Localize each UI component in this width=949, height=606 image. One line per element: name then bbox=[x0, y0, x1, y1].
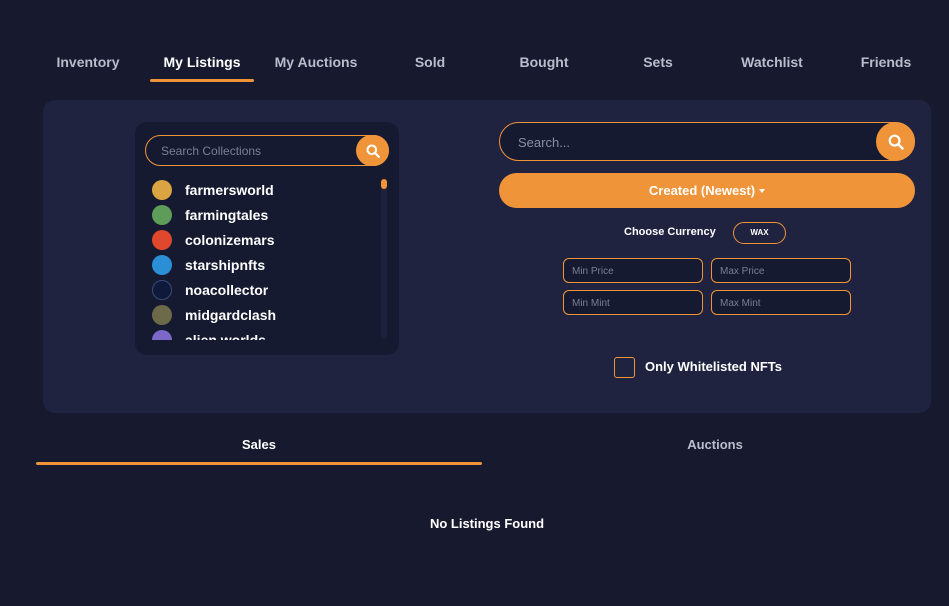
tab-auctions[interactable]: Auctions bbox=[492, 437, 938, 465]
collection-name: starshipnfts bbox=[185, 256, 266, 273]
max-mint-input[interactable] bbox=[720, 296, 840, 310]
tab-sales[interactable]: Sales bbox=[36, 437, 482, 465]
list-item[interactable]: midgardclash bbox=[152, 302, 377, 327]
collection-avatar bbox=[152, 204, 172, 225]
tab-friends[interactable]: Friends bbox=[829, 52, 943, 82]
collection-avatar bbox=[152, 279, 172, 300]
collection-name: farmersworld bbox=[185, 181, 274, 198]
top-navigation: Inventory My Listings My Auctions Sold B… bbox=[31, 52, 943, 82]
list-item[interactable]: noacollector bbox=[152, 277, 377, 302]
tab-bought[interactable]: Bought bbox=[487, 52, 601, 82]
collection-name: colonizemars bbox=[185, 231, 275, 248]
tab-inventory[interactable]: Inventory bbox=[31, 52, 145, 82]
sort-dropdown-button[interactable]: Created (Newest) bbox=[499, 173, 915, 208]
list-item[interactable]: farmersworld bbox=[152, 177, 377, 202]
min-mint-input[interactable] bbox=[572, 296, 692, 310]
filter-panel: farmersworld farmingtales colonizemars s… bbox=[43, 100, 931, 413]
collection-search-button[interactable] bbox=[356, 135, 389, 166]
tab-sold[interactable]: Sold bbox=[373, 52, 487, 82]
list-item[interactable]: alien.worlds bbox=[152, 327, 377, 340]
collections-box: farmersworld farmingtales colonizemars s… bbox=[135, 122, 399, 355]
collection-name: farmingtales bbox=[185, 206, 269, 223]
list-item[interactable]: colonizemars bbox=[152, 227, 377, 252]
collection-search-input[interactable] bbox=[161, 142, 346, 160]
collection-scrollbar[interactable] bbox=[381, 179, 387, 339]
search-icon bbox=[888, 134, 904, 150]
collection-avatar bbox=[152, 304, 172, 325]
list-item[interactable]: farmingtales bbox=[152, 202, 377, 227]
collection-avatar bbox=[152, 329, 172, 340]
collection-avatar bbox=[152, 229, 172, 250]
min-price-field bbox=[563, 258, 703, 283]
currency-label: Choose Currency bbox=[624, 226, 716, 238]
collection-avatar bbox=[152, 254, 172, 275]
search-input[interactable] bbox=[518, 133, 848, 151]
min-mint-field bbox=[563, 290, 703, 315]
main-search bbox=[499, 122, 915, 161]
currency-button[interactable]: WAX bbox=[733, 222, 786, 244]
max-price-input[interactable] bbox=[720, 264, 840, 278]
tab-my-auctions[interactable]: My Auctions bbox=[259, 52, 373, 82]
whitelist-checkbox[interactable] bbox=[614, 357, 635, 378]
whitelist-label: Only Whitelisted NFTs bbox=[645, 359, 782, 374]
tab-sets[interactable]: Sets bbox=[601, 52, 715, 82]
search-button[interactable] bbox=[876, 122, 915, 161]
max-mint-field bbox=[711, 290, 851, 315]
max-price-field bbox=[711, 258, 851, 283]
search-icon bbox=[366, 144, 380, 158]
empty-state-message: No Listings Found bbox=[429, 516, 545, 531]
collection-name: midgardclash bbox=[185, 306, 277, 323]
list-item[interactable]: starshipnfts bbox=[152, 252, 377, 277]
collection-avatar bbox=[152, 179, 172, 200]
collection-name: noacollector bbox=[185, 281, 269, 298]
tab-my-listings[interactable]: My Listings bbox=[145, 52, 259, 82]
collection-name: alien.worlds bbox=[185, 331, 266, 341]
sort-label: Created (Newest) bbox=[648, 183, 756, 198]
chevron-down-icon bbox=[759, 189, 766, 193]
tab-watchlist[interactable]: Watchlist bbox=[715, 52, 829, 82]
collection-search bbox=[145, 135, 389, 166]
collection-list: farmersworld farmingtales colonizemars s… bbox=[152, 177, 377, 340]
scrollbar-thumb[interactable] bbox=[381, 179, 387, 189]
min-price-input[interactable] bbox=[572, 264, 692, 278]
